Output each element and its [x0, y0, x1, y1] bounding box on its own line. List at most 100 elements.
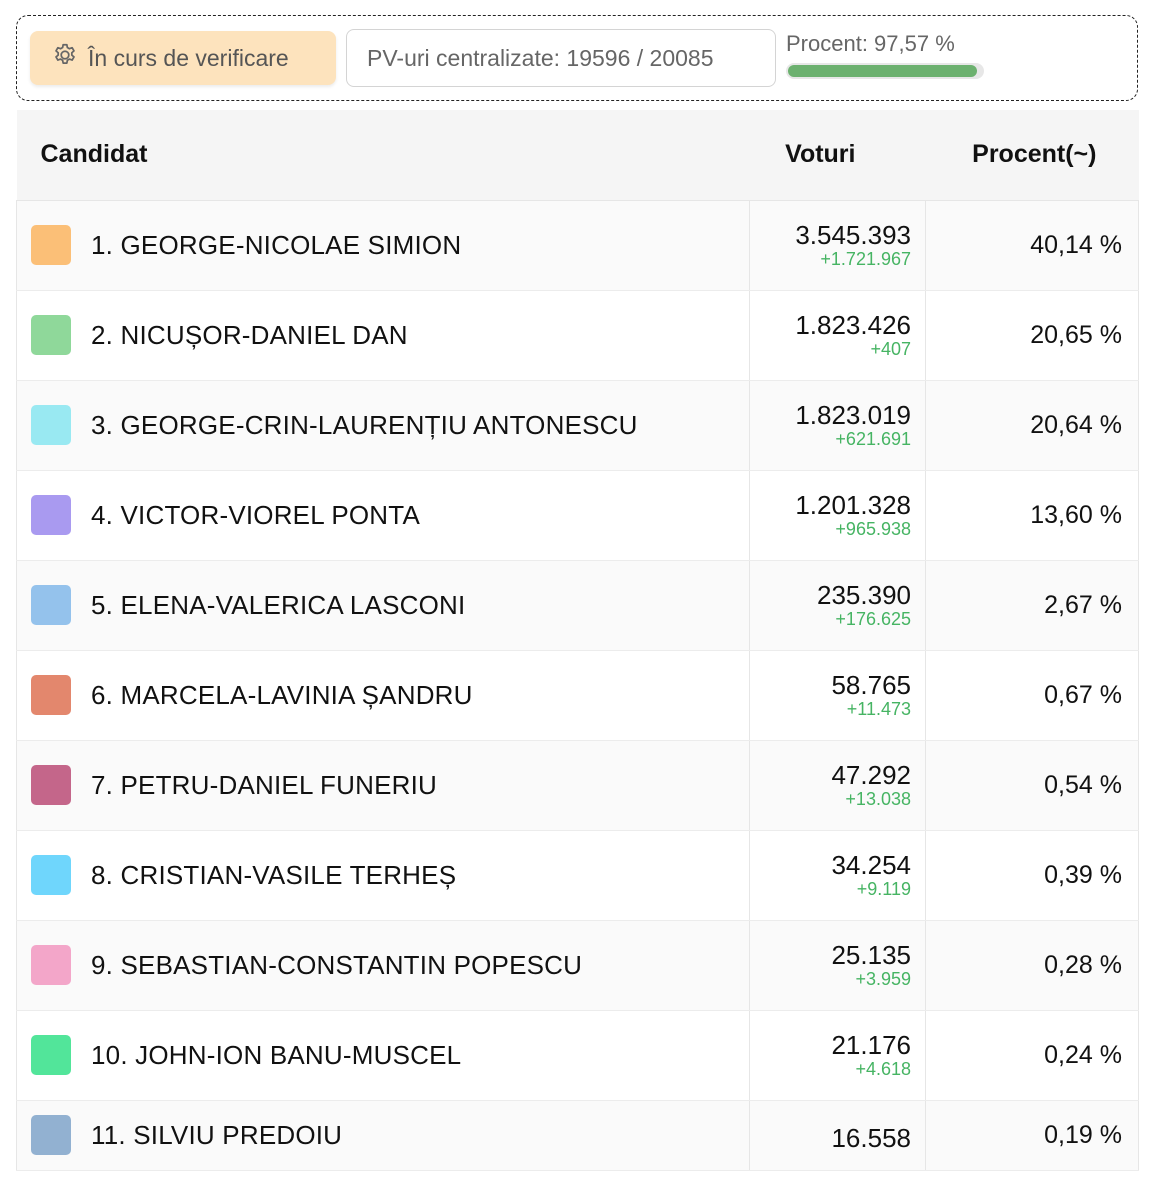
votes-delta: +176.625 [835, 609, 911, 629]
percent-cell: 0,67 % [925, 650, 1139, 741]
percent-cell: 0,28 % [925, 920, 1139, 1011]
progress-track [786, 63, 984, 79]
table-row: 1. GEORGE-NICOLAE SIMION 3.545.393 +1.72… [16, 200, 1139, 291]
votes-cell: 235.390 +176.625 [749, 560, 926, 651]
votes-delta: +407 [870, 339, 911, 359]
votes-cell: 1.201.328 +965.938 [749, 470, 926, 561]
pv-count-label: PV-uri centralizate: 19596 / 20085 [367, 44, 714, 71]
votes-delta: +3.959 [855, 969, 911, 989]
candidate-color-swatch [31, 585, 71, 625]
candidate-name: 10. JOHN-ION BANU-MUSCEL [91, 1039, 462, 1070]
candidate-color-swatch [31, 315, 71, 355]
table-row: 6. MARCELA-LAVINIA ȘANDRU 58.765 +11.473… [16, 650, 1139, 741]
votes-value: 3.545.393 [795, 220, 911, 250]
votes-delta: +11.473 [846, 699, 911, 719]
votes-value: 34.254 [831, 850, 911, 880]
table-row: 8. CRISTIAN-VASILE TERHEȘ 34.254 +9.119 … [16, 830, 1139, 921]
candidate-name: 7. PETRU-DANIEL FUNERIU [91, 769, 438, 800]
votes-value: 25.135 [831, 940, 911, 970]
pv-count-box: PV-uri centralizate: 19596 / 20085 [346, 29, 776, 87]
candidate-cell: 3. GEORGE-CRIN-LAURENȚIU ANTONESCU [16, 380, 750, 471]
votes-delta: +4.618 [855, 1059, 911, 1079]
votes-cell: 3.545.393 +1.721.967 [749, 200, 926, 291]
votes-delta: +965.938 [835, 519, 911, 539]
votes-delta: +9.119 [856, 879, 911, 899]
candidate-name: 2. NICUȘOR-DANIEL DAN [91, 319, 408, 350]
votes-value: 235.390 [817, 580, 911, 610]
votes-delta: +13.038 [845, 789, 911, 809]
table-row: 5. ELENA-VALERICA LASCONI 235.390 +176.6… [16, 560, 1139, 651]
candidate-color-swatch [31, 1035, 71, 1075]
votes-value: 1.201.328 [795, 490, 911, 520]
percent-cell: 0,54 % [925, 740, 1139, 831]
candidate-color-swatch [31, 855, 71, 895]
percent-value: 40,14 % [1030, 230, 1122, 259]
candidate-name: 9. SEBASTIAN-CONSTANTIN POPESCU [91, 949, 583, 980]
percent-value: 2,67 % [1044, 590, 1122, 619]
candidate-cell: 10. JOHN-ION BANU-MUSCEL [16, 1010, 750, 1101]
percent-value: 0,67 % [1044, 680, 1122, 709]
candidate-name: 3. GEORGE-CRIN-LAURENȚIU ANTONESCU [91, 409, 638, 440]
candidate-color-swatch [31, 1115, 71, 1155]
votes-cell: 1.823.426 +407 [749, 290, 926, 381]
header-votes[interactable]: Voturi [749, 110, 926, 201]
candidate-name: 4. VICTOR-VIOREL PONTA [91, 499, 420, 530]
progress-fill [788, 65, 978, 77]
header-candidate[interactable]: Candidat [16, 110, 750, 201]
candidate-cell: 1. GEORGE-NICOLAE SIMION [16, 200, 750, 291]
votes-delta: +621.691 [835, 429, 911, 449]
percent-cell: 40,14 % [925, 200, 1139, 291]
candidate-color-swatch [31, 225, 71, 265]
votes-cell: 16.558 [749, 1100, 926, 1171]
verification-status-label: În curs de verificare [88, 44, 289, 71]
votes-value: 1.823.426 [795, 310, 911, 340]
candidate-name: 1. GEORGE-NICOLAE SIMION [91, 229, 462, 260]
candidate-cell: 2. NICUȘOR-DANIEL DAN [16, 290, 750, 381]
votes-value: 21.176 [831, 1030, 911, 1060]
progress-indicator: Procent: 97,57 % [786, 31, 984, 79]
header-percent[interactable]: Procent(~) [925, 110, 1139, 201]
percent-value: 20,64 % [1030, 410, 1122, 439]
votes-cell: 34.254 +9.119 [749, 830, 926, 921]
candidate-name: 6. MARCELA-LAVINIA ȘANDRU [91, 679, 473, 710]
candidate-color-swatch [31, 495, 71, 535]
table-row: 9. SEBASTIAN-CONSTANTIN POPESCU 25.135 +… [16, 920, 1139, 1011]
votes-cell: 1.823.019 +621.691 [749, 380, 926, 471]
table-row: 4. VICTOR-VIOREL PONTA 1.201.328 +965.93… [16, 470, 1139, 561]
percent-value: 0,39 % [1044, 860, 1122, 889]
status-bar: În curs de verificare PV-uri centralizat… [16, 15, 1138, 101]
table-row: 2. NICUȘOR-DANIEL DAN 1.823.426 +407 20,… [16, 290, 1139, 381]
candidate-name: 11. SILVIU PREDOIU [91, 1119, 343, 1150]
table-row: 3. GEORGE-CRIN-LAURENȚIU ANTONESCU 1.823… [16, 380, 1139, 471]
percent-cell: 0,24 % [925, 1010, 1139, 1101]
candidate-color-swatch [31, 405, 71, 445]
percent-cell: 20,65 % [925, 290, 1139, 381]
percent-cell: 0,19 % [925, 1100, 1139, 1171]
votes-value: 47.292 [831, 760, 911, 790]
candidate-name: 8. CRISTIAN-VASILE TERHEȘ [91, 859, 457, 890]
votes-value: 16.558 [831, 1123, 911, 1153]
candidate-cell: 4. VICTOR-VIOREL PONTA [16, 470, 750, 561]
candidate-name: 5. ELENA-VALERICA LASCONI [91, 589, 466, 620]
percent-value: 0,24 % [1044, 1040, 1122, 1069]
table-row: 10. JOHN-ION BANU-MUSCEL 21.176 +4.618 0… [16, 1010, 1139, 1101]
table-row: 11. SILVIU PREDOIU 16.558 0,19 % [16, 1100, 1139, 1171]
percent-value: 0,19 % [1044, 1120, 1122, 1149]
percent-value: 0,54 % [1044, 770, 1122, 799]
percent-cell: 20,64 % [925, 380, 1139, 471]
candidate-cell: 5. ELENA-VALERICA LASCONI [16, 560, 750, 651]
verification-status-badge: În curs de verificare [30, 31, 336, 85]
candidate-cell: 7. PETRU-DANIEL FUNERIU [16, 740, 750, 831]
percent-cell: 13,60 % [925, 470, 1139, 561]
percent-cell: 2,67 % [925, 560, 1139, 651]
candidate-cell: 6. MARCELA-LAVINIA ȘANDRU [16, 650, 750, 741]
progress-label: Procent: 97,57 % [786, 31, 955, 56]
votes-delta: +1.721.967 [820, 249, 911, 269]
votes-cell: 58.765 +11.473 [749, 650, 926, 741]
percent-value: 0,28 % [1044, 950, 1122, 979]
candidate-cell: 11. SILVIU PREDOIU [16, 1100, 750, 1171]
percent-cell: 0,39 % [925, 830, 1139, 921]
candidate-cell: 9. SEBASTIAN-CONSTANTIN POPESCU [16, 920, 750, 1011]
gear-icon [52, 42, 78, 74]
results-table: Candidat Voturi Procent(~) 1. GEORGE-NIC… [16, 110, 1139, 1171]
